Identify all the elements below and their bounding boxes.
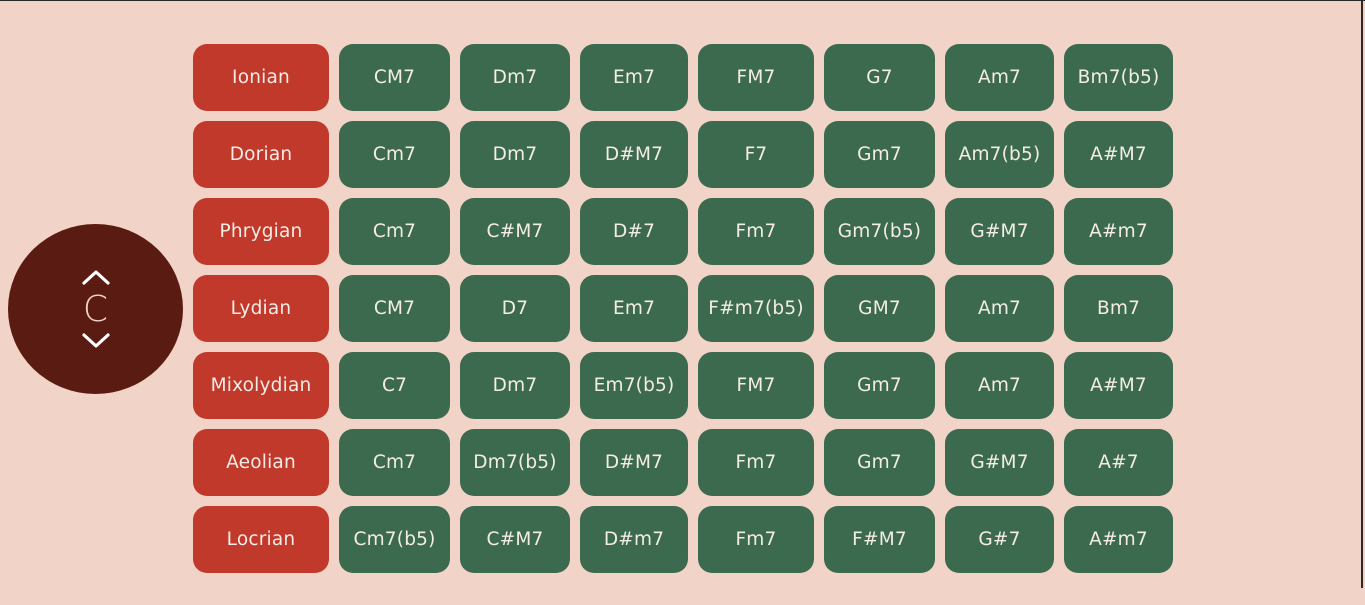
chord-button[interactable]: Dm7 [460, 352, 570, 419]
chord-button[interactable]: Gm7(b5) [824, 198, 935, 265]
top-border [0, 0, 1365, 1]
chord-button[interactable]: C7 [339, 352, 450, 419]
chord-button[interactable]: F7 [698, 121, 814, 188]
chord-button[interactable]: D#7 [580, 198, 688, 265]
chord-button[interactable]: Cm7 [339, 198, 450, 265]
chord-button[interactable]: Gm7 [824, 352, 935, 419]
chord-button[interactable]: GM7 [824, 275, 935, 342]
chord-button[interactable]: Bm7 [1064, 275, 1173, 342]
chord-button[interactable]: Em7 [580, 44, 688, 111]
chord-button[interactable]: FM7 [698, 44, 814, 111]
chord-button[interactable]: F#M7 [824, 506, 935, 573]
chord-button[interactable]: Am7 [945, 352, 1054, 419]
chord-button[interactable]: A#m7 [1064, 506, 1173, 573]
chord-button[interactable]: G#M7 [945, 429, 1054, 496]
chord-button[interactable]: Dm7 [460, 44, 570, 111]
chord-button[interactable]: Gm7 [824, 121, 935, 188]
chord-button[interactable]: Gm7 [824, 429, 935, 496]
chord-button[interactable]: A#M7 [1064, 121, 1173, 188]
chevron-down-icon[interactable] [81, 332, 111, 350]
chord-button[interactable]: C#M7 [460, 506, 570, 573]
chord-button[interactable]: Bm7(b5) [1064, 44, 1173, 111]
scrollbar[interactable] [1361, 0, 1363, 588]
mode-button-aeolian[interactable]: Aeolian [193, 429, 329, 496]
mode-button-locrian[interactable]: Locrian [193, 506, 329, 573]
chord-button[interactable]: Em7 [580, 275, 688, 342]
mode-button-lydian[interactable]: Lydian [193, 275, 329, 342]
chord-button[interactable]: Em7(b5) [580, 352, 688, 419]
chord-button[interactable]: D#M7 [580, 429, 688, 496]
chord-button[interactable]: G#M7 [945, 198, 1054, 265]
chevron-up-icon[interactable] [81, 268, 111, 286]
chord-button[interactable]: Cm7(b5) [339, 506, 450, 573]
chord-button[interactable]: Cm7 [339, 429, 450, 496]
chord-button[interactable]: D7 [460, 275, 570, 342]
chord-button[interactable]: CM7 [339, 44, 450, 111]
mode-button-dorian[interactable]: Dorian [193, 121, 329, 188]
chord-button[interactable]: A#M7 [1064, 352, 1173, 419]
chord-button[interactable]: Fm7 [698, 506, 814, 573]
chord-button[interactable]: Am7 [945, 44, 1054, 111]
chord-button[interactable]: Fm7 [698, 429, 814, 496]
mode-button-phrygian[interactable]: Phrygian [193, 198, 329, 265]
mode-button-mixolydian[interactable]: Mixolydian [193, 352, 329, 419]
chord-button[interactable]: Am7 [945, 275, 1054, 342]
chord-button[interactable]: F#m7(b5) [698, 275, 814, 342]
chord-button[interactable]: Am7(b5) [945, 121, 1054, 188]
chord-button[interactable]: D#m7 [580, 506, 688, 573]
chord-button[interactable]: C#M7 [460, 198, 570, 265]
chord-button[interactable]: CM7 [339, 275, 450, 342]
key-selector: C [8, 224, 183, 394]
chord-button[interactable]: Dm7(b5) [460, 429, 570, 496]
chord-button[interactable]: G#7 [945, 506, 1054, 573]
chord-button[interactable]: G7 [824, 44, 935, 111]
chord-button[interactable]: Cm7 [339, 121, 450, 188]
chord-button[interactable]: FM7 [698, 352, 814, 419]
key-label: C [82, 289, 109, 330]
mode-button-ionian[interactable]: Ionian [193, 44, 329, 111]
chord-button[interactable]: D#M7 [580, 121, 688, 188]
chord-button[interactable]: Fm7 [698, 198, 814, 265]
chord-button[interactable]: Dm7 [460, 121, 570, 188]
chord-button[interactable]: A#7 [1064, 429, 1173, 496]
chord-button[interactable]: A#m7 [1064, 198, 1173, 265]
